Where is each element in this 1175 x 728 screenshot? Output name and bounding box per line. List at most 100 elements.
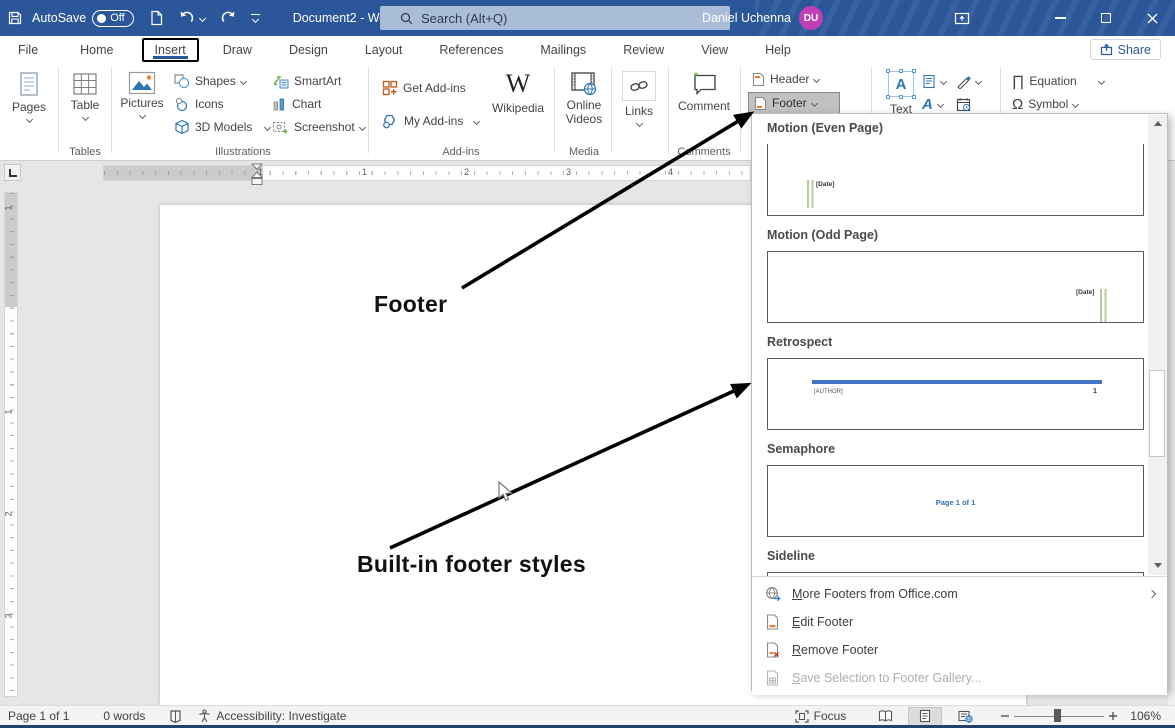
quick-parts-button[interactable] bbox=[922, 71, 946, 91]
chart-button[interactable]: Chart bbox=[272, 94, 321, 114]
tab-mailings[interactable]: Mailings bbox=[526, 38, 600, 62]
proofing-status[interactable] bbox=[161, 706, 190, 726]
date-time-button[interactable] bbox=[956, 94, 971, 114]
redo-button[interactable] bbox=[212, 0, 244, 36]
zoom-slider[interactable] bbox=[1014, 706, 1104, 726]
document-scrollbar-strip[interactable] bbox=[1168, 161, 1175, 705]
footer-icon bbox=[754, 96, 767, 111]
save-button[interactable] bbox=[0, 0, 30, 36]
tab-design[interactable]: Design bbox=[275, 38, 342, 62]
menu-item-edit-footer[interactable]: Edit Footer bbox=[752, 608, 1167, 636]
print-layout-button[interactable] bbox=[908, 707, 942, 726]
autosave-toggle[interactable]: Off bbox=[92, 10, 133, 27]
tab-help[interactable]: Help bbox=[751, 38, 805, 62]
links-button[interactable]: Links bbox=[616, 67, 662, 153]
footer-button[interactable]: Footer bbox=[748, 92, 840, 114]
menu-item-more-footers[interactable]: More Footers from Office.com bbox=[752, 580, 1167, 608]
3d-models-label: 3D Models bbox=[195, 120, 252, 134]
user-name[interactable]: Daniel Uchenna bbox=[702, 11, 791, 25]
vertical-ruler[interactable]: 1 1 2 3 bbox=[4, 192, 18, 697]
pages-button[interactable]: Pages bbox=[6, 67, 52, 153]
scrollbar-thumb[interactable] bbox=[1149, 370, 1165, 457]
signature-line-button[interactable] bbox=[956, 71, 981, 91]
scroll-up-icon bbox=[1154, 121, 1162, 126]
zoom-out-button[interactable] bbox=[996, 706, 1014, 726]
signature-line-chevron bbox=[975, 77, 982, 84]
tab-home[interactable]: Home bbox=[66, 38, 127, 62]
accessibility-status[interactable]: Accessibility: Investigate bbox=[190, 706, 354, 726]
avatar[interactable]: DU bbox=[799, 6, 823, 30]
gallery-item-motion-odd[interactable]: [Date] bbox=[767, 251, 1144, 323]
page-indicator[interactable]: Page 1 of 1 bbox=[0, 706, 77, 726]
search-input[interactable]: Search (Alt+Q) bbox=[380, 6, 730, 30]
office-com-globe-icon bbox=[764, 586, 782, 602]
h-ruler-number: 2 bbox=[464, 167, 469, 177]
table-button[interactable]: Table bbox=[62, 67, 108, 153]
tab-selector-button[interactable] bbox=[4, 164, 21, 181]
gallery-item-motion-even[interactable]: [Date] bbox=[767, 144, 1144, 216]
quick-access-more-button[interactable] bbox=[244, 0, 267, 36]
tab-file[interactable]: File bbox=[4, 38, 52, 62]
tab-review[interactable]: Review bbox=[609, 38, 678, 62]
ribbon-display-options-button[interactable] bbox=[947, 0, 977, 36]
indent-markers[interactable] bbox=[251, 163, 263, 189]
pictures-button[interactable]: Pictures bbox=[116, 67, 168, 153]
my-add-ins-label: My Add-ins bbox=[404, 114, 463, 128]
header-button[interactable]: Header bbox=[752, 69, 819, 89]
gallery-item-retrospect[interactable]: [AUTHOR] 1 bbox=[767, 358, 1144, 430]
menu-item-remove-footer[interactable]: Remove Footer bbox=[752, 636, 1167, 664]
motion-odd-bars bbox=[1100, 289, 1107, 322]
word-count[interactable]: 0 words bbox=[95, 706, 153, 726]
tab-view[interactable]: View bbox=[687, 38, 742, 62]
active-tab-underline bbox=[153, 56, 188, 59]
gallery-item-semaphore[interactable]: Page 1 of 1 bbox=[767, 465, 1144, 537]
wordart-button[interactable]: A bbox=[922, 94, 943, 114]
save-selection-icon bbox=[764, 670, 782, 686]
3d-models-button[interactable]: 3D Models bbox=[174, 117, 270, 137]
read-mode-button[interactable] bbox=[868, 707, 902, 726]
undo-dropdown-chevron[interactable] bbox=[199, 14, 206, 21]
zoom-slider-thumb[interactable] bbox=[1054, 709, 1061, 722]
shapes-button[interactable]: Shapes bbox=[174, 71, 246, 91]
quick-parts-chevron bbox=[940, 77, 947, 84]
close-button[interactable] bbox=[1129, 0, 1175, 36]
wikipedia-button[interactable]: W Wikipedia bbox=[487, 67, 549, 153]
shapes-icon bbox=[174, 74, 190, 89]
screenshot-label: Screenshot bbox=[294, 120, 355, 134]
tab-draw[interactable]: Draw bbox=[209, 38, 266, 62]
undo-button[interactable] bbox=[171, 0, 212, 36]
read-mode-icon bbox=[878, 710, 893, 722]
menu-item-save-selection[interactable]: Save Selection to Footer Gallery... bbox=[752, 664, 1167, 692]
gallery-scrollbar[interactable] bbox=[1148, 115, 1167, 575]
focus-mode-button[interactable]: Focus bbox=[787, 706, 855, 726]
table-icon bbox=[72, 71, 98, 97]
zoom-level[interactable]: 106% bbox=[1122, 706, 1169, 726]
screenshot-button[interactable]: Screenshot bbox=[272, 117, 365, 137]
new-document-button[interactable] bbox=[142, 0, 171, 36]
my-add-ins-button[interactable]: My Add-ins bbox=[382, 111, 479, 131]
zoom-in-button[interactable] bbox=[1104, 706, 1122, 726]
search-icon bbox=[400, 12, 413, 25]
autosave-label: AutoSave bbox=[32, 11, 86, 25]
online-videos-button[interactable]: Online Videos bbox=[558, 67, 610, 153]
tab-insert[interactable]: Insert bbox=[142, 38, 199, 62]
horizontal-ruler[interactable]: 1 1 2 3 4 bbox=[103, 165, 751, 181]
minimize-button[interactable] bbox=[1037, 0, 1083, 36]
chart-label: Chart bbox=[292, 97, 321, 111]
maximize-icon bbox=[1101, 13, 1111, 23]
maximize-button[interactable] bbox=[1083, 0, 1129, 36]
get-add-ins-button[interactable]: Get Add-ins bbox=[382, 78, 466, 98]
tab-references[interactable]: References bbox=[425, 38, 517, 62]
word-count-label: 0 words bbox=[103, 709, 145, 723]
smartart-button[interactable]: SmartArt bbox=[272, 71, 341, 91]
scroll-up-button[interactable] bbox=[1148, 115, 1167, 132]
share-button[interactable]: Share bbox=[1090, 39, 1161, 60]
symbol-button[interactable]: Ω Symbol bbox=[1012, 94, 1078, 114]
title-bar: AutoSave Off Document2 - Word Search (Al… bbox=[0, 0, 1175, 36]
tab-layout[interactable]: Layout bbox=[351, 38, 417, 62]
equation-button[interactable]: ∏ Equation bbox=[1012, 71, 1104, 91]
comment-button[interactable]: Comment bbox=[672, 67, 736, 153]
web-layout-button[interactable] bbox=[948, 707, 982, 726]
icons-button[interactable]: Icons bbox=[174, 94, 224, 114]
scroll-down-button[interactable] bbox=[1148, 557, 1167, 574]
